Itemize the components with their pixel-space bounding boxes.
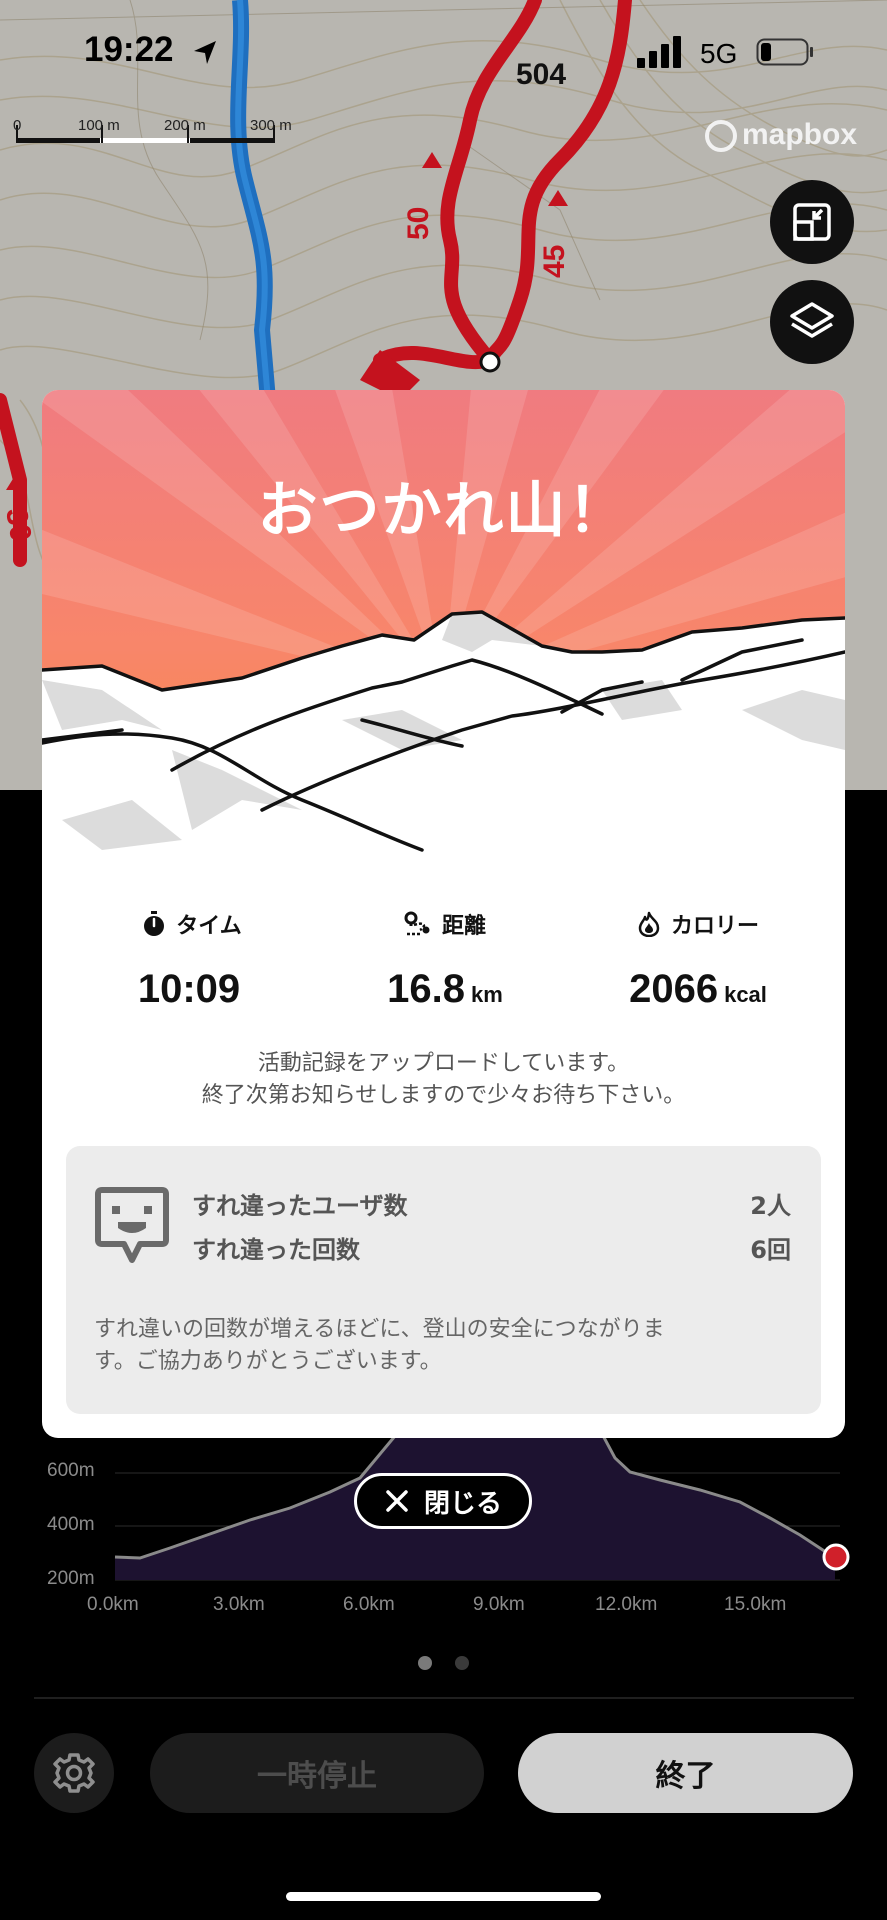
encounter-users-value: 2人 xyxy=(750,1192,791,1220)
encounter-box: すれ違ったユーザ数 2人 すれ違った回数 6回 すれ違いの回数が増えるほどに、登… xyxy=(66,1146,821,1414)
close-button[interactable]: 閉じる xyxy=(354,1473,532,1529)
scale-label-0: 0 xyxy=(13,117,22,134)
mapbox-attribution[interactable]: mapbox xyxy=(742,118,857,152)
end-button[interactable]: 終了 xyxy=(518,1733,853,1813)
stat-unit: km xyxy=(471,982,503,1007)
elevation-x-tick: 9.0km xyxy=(473,1594,525,1615)
expand-map-button[interactable] xyxy=(770,180,854,264)
stat-value: 10:09 xyxy=(137,967,241,1011)
pause-button[interactable]: 一時停止 xyxy=(150,1733,484,1813)
flame-icon xyxy=(638,911,660,937)
stat-label: タイム xyxy=(176,914,242,939)
encounter-note: すれ違いの回数が増えるほどに、登山の安全につながりま す。ご協力ありがとうござい… xyxy=(94,1314,794,1378)
page-dot-active[interactable] xyxy=(418,1656,432,1670)
upload-message: 活動記録をアップロードしています。 終了次第お知らせしますので少々お待ち下さい。 xyxy=(42,1048,845,1112)
route-label-30: 30 xyxy=(0,505,37,544)
elevation-x-tick: 0.0km xyxy=(87,1594,139,1615)
elevation-y-tick: 200m xyxy=(47,1568,95,1589)
divider xyxy=(34,1697,854,1699)
route-label-45: 45 xyxy=(538,245,571,278)
stat-time: タイム 10:09 xyxy=(72,908,312,1012)
encounter-count-label: すれ違った回数 xyxy=(192,1236,360,1264)
layers-button[interactable] xyxy=(770,280,854,364)
upload-message-line: 終了次第お知らせしますので少々お待ち下さい。 xyxy=(201,1083,686,1108)
status-time: 19:22 xyxy=(84,30,174,69)
route-icon xyxy=(404,911,430,936)
encounter-count-value: 6回 xyxy=(750,1236,791,1264)
encounter-face-icon xyxy=(95,1187,169,1263)
home-indicator[interactable] xyxy=(286,1892,601,1901)
stat-calories: カロリー 2066 kcal xyxy=(578,908,818,1012)
elevation-x-tick: 15.0km xyxy=(724,1594,787,1615)
close-icon xyxy=(386,1490,408,1512)
page-dot[interactable] xyxy=(455,1656,469,1670)
modal-title: おつかれ山！ xyxy=(257,476,630,546)
layers-icon xyxy=(790,302,834,338)
expand-map-icon xyxy=(793,203,831,241)
close-button-label: 閉じる xyxy=(423,1488,502,1519)
stat-distance: 距離 16.8 km xyxy=(325,908,565,1012)
summary-modal: おつかれ山！ タイム 10:09 距離 16.8 km カロリー 2066 kc… xyxy=(42,390,845,1438)
encounter-users-label: すれ違ったユーザ数 xyxy=(192,1192,408,1220)
signal-icon xyxy=(637,36,681,68)
elevation-x-tick: 6.0km xyxy=(343,1594,395,1615)
end-button-label: 終了 xyxy=(655,1759,716,1794)
stopwatch-icon xyxy=(144,911,165,936)
stat-label: 距離 xyxy=(441,914,486,939)
stat-value: 2066 xyxy=(629,967,719,1011)
elevation-y-tick: 600m xyxy=(47,1460,95,1481)
settings-button[interactable] xyxy=(34,1733,114,1813)
pause-button-label: 一時停止 xyxy=(257,1759,377,1794)
stat-value: 16.8 xyxy=(387,967,466,1011)
route-label-504: 504 xyxy=(516,58,566,91)
elevation-x-tick: 3.0km xyxy=(213,1594,265,1615)
stat-label: カロリー xyxy=(670,914,759,939)
scale-label-100: 100 m xyxy=(78,117,120,134)
encounter-note-line: す。ご協力ありがとうございます。 xyxy=(94,1349,442,1374)
battery-icon xyxy=(756,38,813,66)
location-arrow-icon xyxy=(194,41,216,64)
mountain-header-illustration xyxy=(42,390,845,860)
route-label-50: 50 xyxy=(402,207,435,240)
scale-label-300: 300 m xyxy=(250,117,292,134)
carrier-label: 5G xyxy=(700,38,738,69)
encounter-note-line: すれ違いの回数が増えるほどに、登山の安全につながりま xyxy=(94,1317,665,1342)
gear-icon xyxy=(53,1753,95,1793)
elevation-x-tick: 12.0km xyxy=(595,1594,658,1615)
scale-label-200: 200 m xyxy=(164,117,206,134)
elevation-y-tick: 400m xyxy=(47,1514,95,1535)
stat-unit: kcal xyxy=(724,982,767,1007)
upload-message-line: 活動記録をアップロードしています。 xyxy=(257,1051,630,1076)
